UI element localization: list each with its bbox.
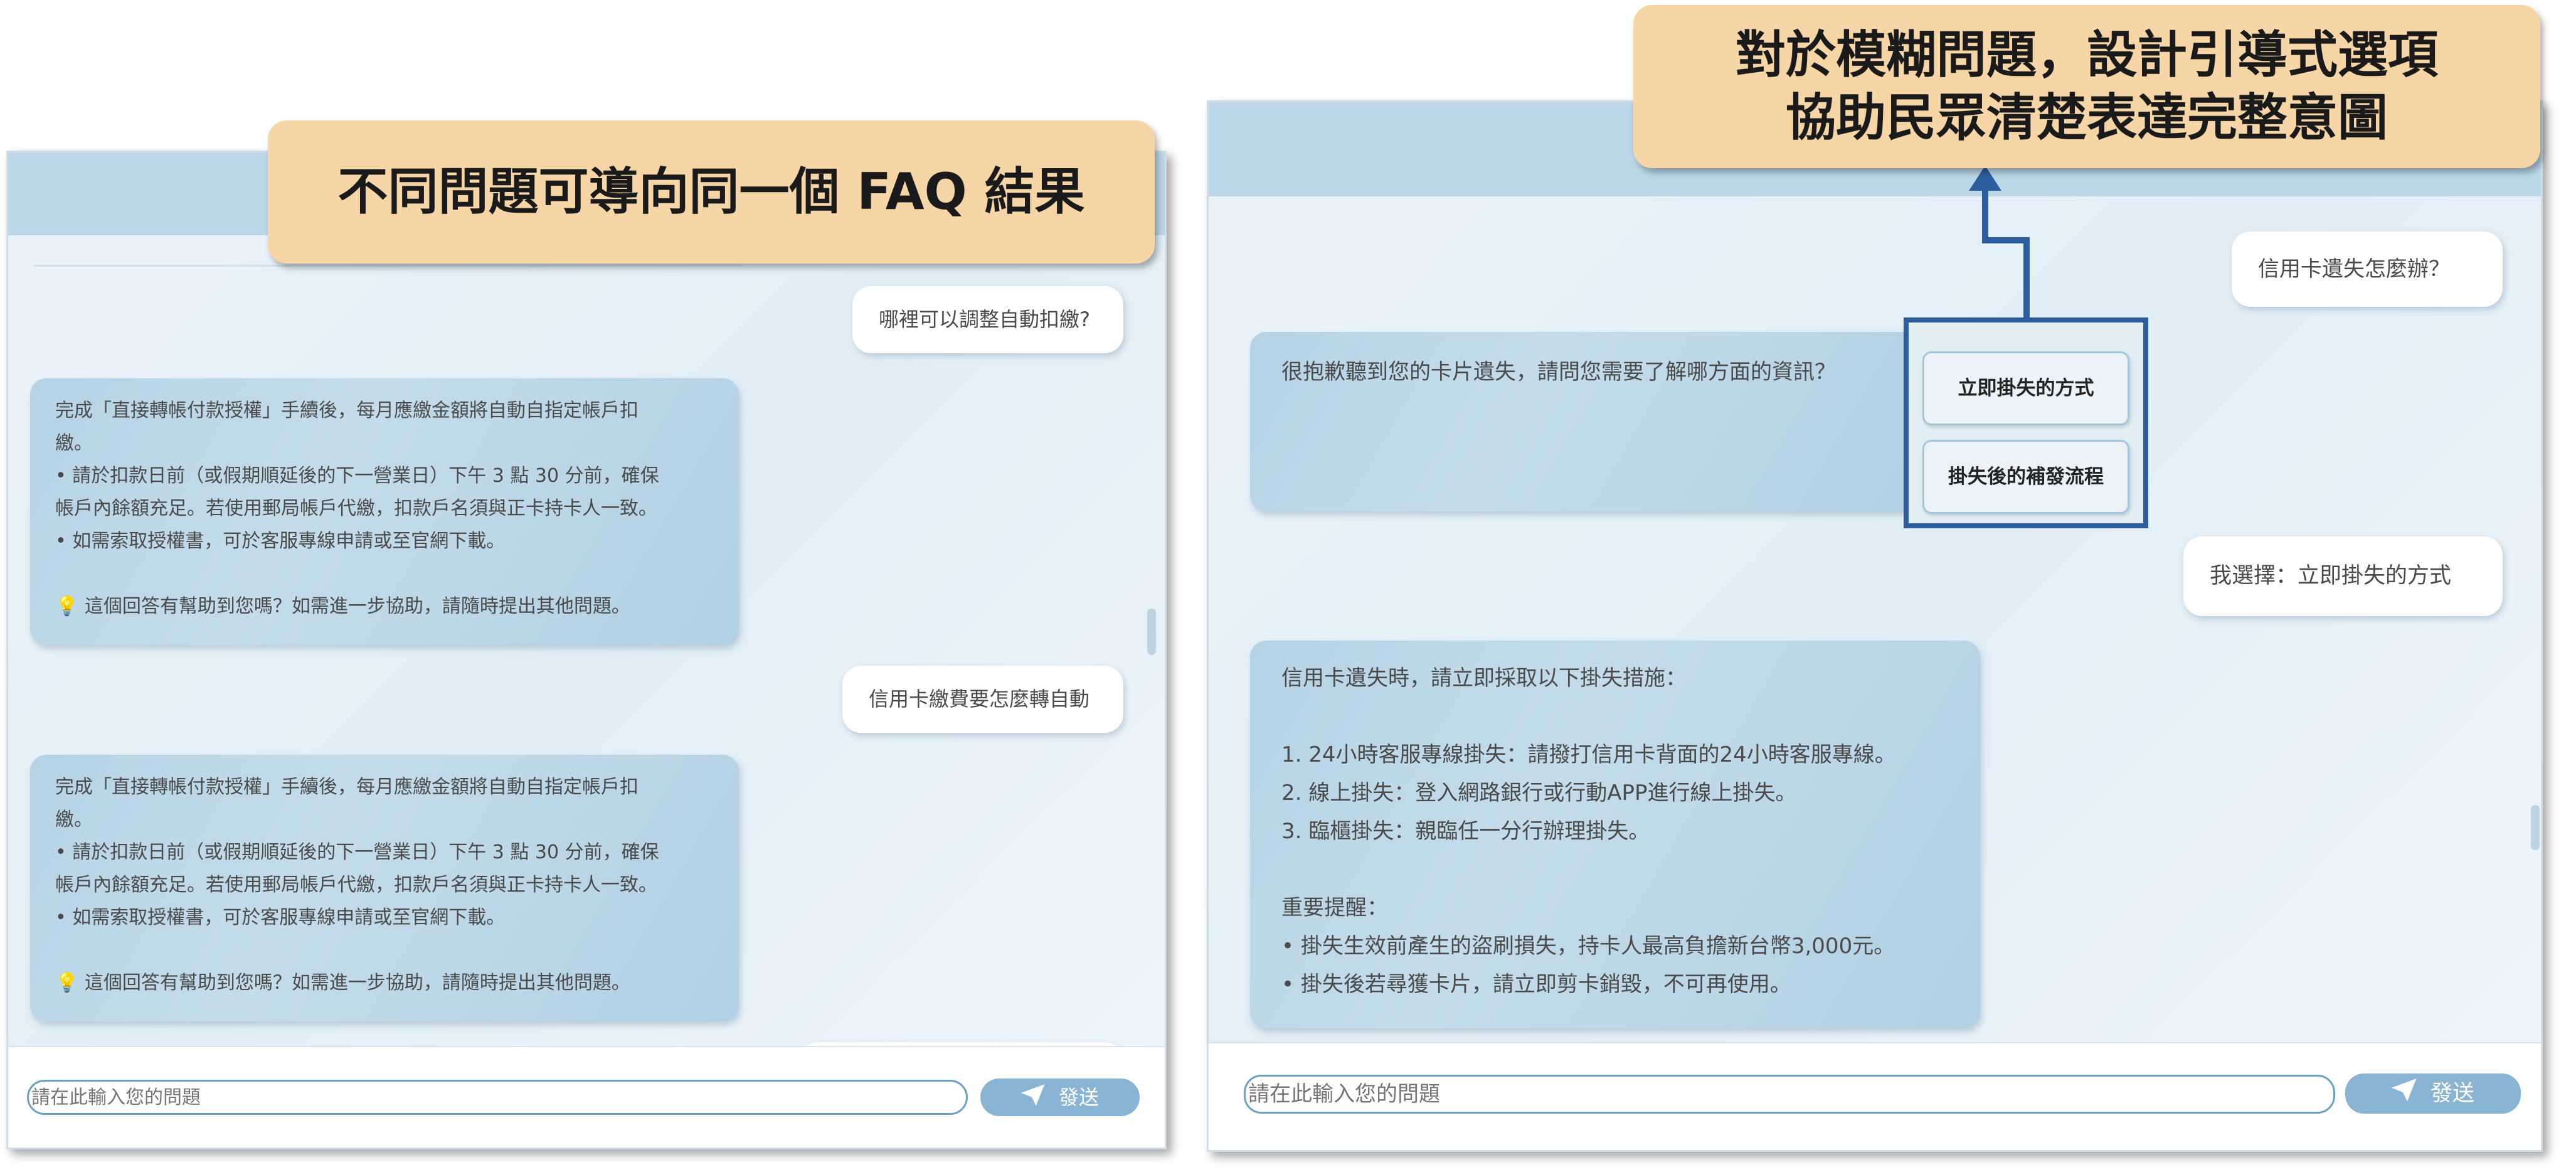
bot-message: 很抱歉聽到您的卡片遺失，請問您需要了解哪方面的資訊？: [1250, 332, 1927, 511]
bot-message: 信用卡遺失時，請立即採取以下掛失措施： 1. 24小時客服專線掛失：請撥打信用卡…: [1250, 641, 1980, 1028]
divider: [33, 265, 742, 267]
user-message: 信用卡繳費要怎麼轉自動: [842, 666, 1123, 733]
guided-options-highlight: 立即掛失的方式 掛失後的補發流程: [1904, 317, 2148, 528]
left-callout: 不同問題可導向同一個 FAQ 結果: [268, 120, 1155, 264]
left-chat-window: 哪裡可以調整自動扣繳? 完成「直接轉帳付款授權」手續後，每月應繳金額將自動自指定…: [6, 151, 1167, 1149]
paper-plane-icon: [1020, 1080, 1045, 1117]
option-button-reissue-process[interactable]: 掛失後的補發流程: [1922, 440, 2129, 514]
user-message: 哪裡可以調整自動扣繳?: [852, 286, 1123, 353]
scrollbar-thumb[interactable]: [2531, 805, 2540, 850]
right-callout-line1: 對於模糊問題，設計引導式選項: [1736, 26, 2438, 84]
option-button-report-loss[interactable]: 立即掛失的方式: [1922, 351, 2129, 425]
arrow-stem-vertical: [2023, 237, 2030, 319]
arrow-stem-horizontal: [1982, 237, 2030, 243]
send-button[interactable]: 發送: [2345, 1073, 2521, 1114]
bot-message: 完成「直接轉帳付款授權」手續後，每月應繳金額將自動自指定帳戶扣 繳。 • 請於扣…: [30, 378, 739, 645]
send-button[interactable]: 發送: [980, 1079, 1140, 1116]
question-input[interactable]: [1244, 1075, 2335, 1114]
bot-message: 完成「直接轉帳付款授權」手續後，每月應繳金額將自動自指定帳戶扣 繳。 • 請於扣…: [30, 755, 739, 1021]
arrow-stem-top: [1982, 189, 1988, 243]
scrollbar-thumb[interactable]: [1147, 609, 1156, 655]
user-message: 我選擇：立即掛失的方式: [2183, 536, 2503, 616]
right-callout: 對於模糊問題，設計引導式選項 協助民眾清楚表達完整意圖: [1633, 5, 2540, 168]
user-message: 信用卡遺失怎麼辦？: [2232, 232, 2503, 307]
right-chat-window: 信用卡遺失怎麼辦？ 很抱歉聽到您的卡片遺失，請問您需要了解哪方面的資訊？ 我選擇…: [1207, 100, 2543, 1152]
input-area: 發送: [8, 1046, 1165, 1148]
paper-plane-icon: [2391, 1074, 2417, 1114]
send-label: 發送: [2430, 1081, 2474, 1106]
send-label: 發送: [1058, 1085, 1099, 1109]
arrow-head: [1969, 166, 2001, 191]
question-input[interactable]: [27, 1080, 968, 1115]
input-area: 發送: [1209, 1042, 2541, 1150]
right-callout-line2: 協助民眾清楚表達完整意圖: [1786, 88, 2388, 147]
